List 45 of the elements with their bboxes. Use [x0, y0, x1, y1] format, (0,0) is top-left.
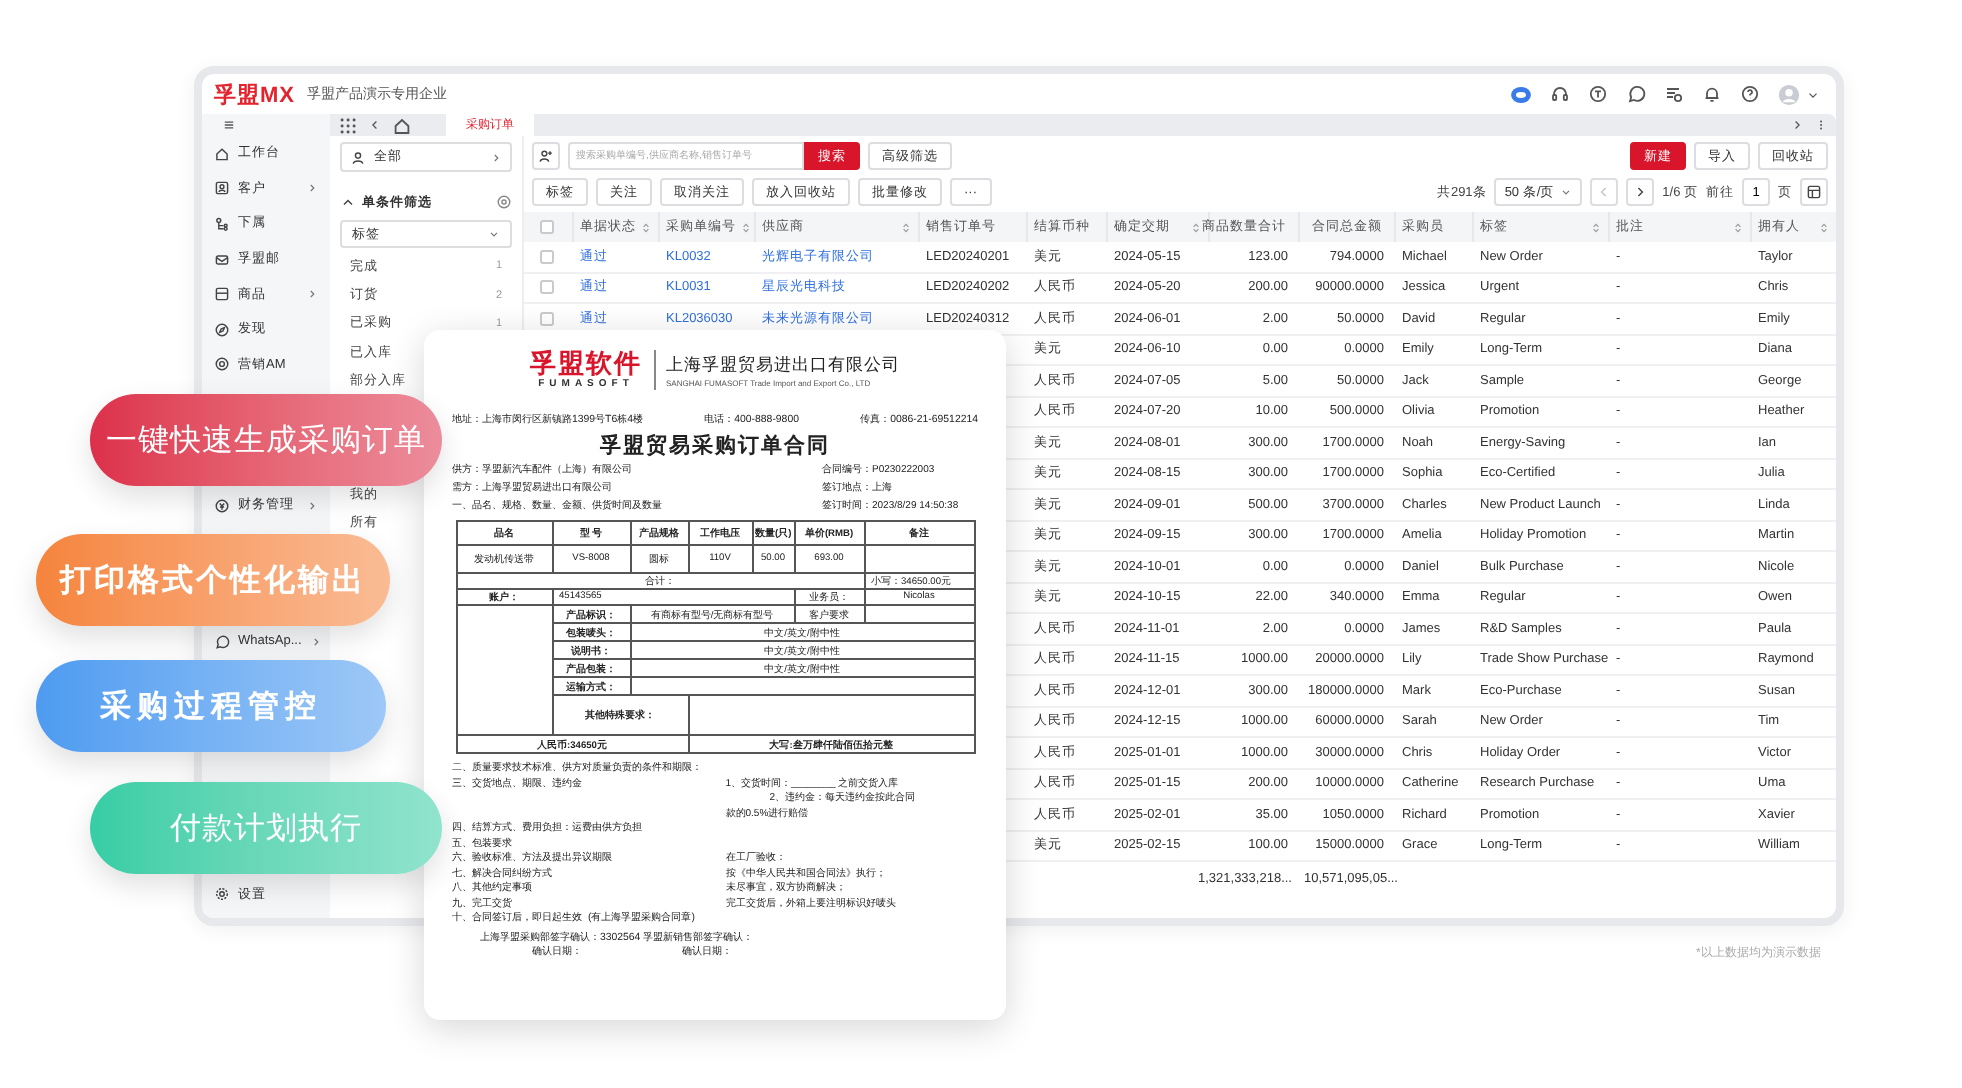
- chat-bubble-icon[interactable]: [1626, 84, 1646, 104]
- checkbox[interactable]: [540, 249, 554, 264]
- caret-icon: [488, 228, 500, 240]
- mail-icon[interactable]: [214, 251, 230, 268]
- company-name: 上海孚盟贸易进出口有限公司: [666, 353, 900, 377]
- chat-bubble-icon[interactable]: [214, 633, 230, 650]
- more-icon[interactable]: [1814, 118, 1828, 132]
- settings-icon[interactable]: [214, 886, 230, 903]
- feature-banner: 采购过程管控: [36, 660, 386, 752]
- list-clock-icon[interactable]: [1664, 84, 1684, 104]
- app-logo: 孚盟MX: [214, 81, 295, 109]
- compass-icon[interactable]: [214, 321, 230, 338]
- feature-banner: 打印格式个性化输出: [36, 534, 390, 626]
- box-icon[interactable]: [214, 286, 230, 303]
- target-icon[interactable]: [214, 356, 230, 373]
- headset-icon[interactable]: [1550, 84, 1570, 104]
- checkbox[interactable]: [540, 311, 554, 326]
- text-circle-icon[interactable]: [1588, 84, 1608, 104]
- feature-banner: 一键快速生成采购订单: [90, 394, 442, 486]
- menu-icon[interactable]: [222, 118, 236, 132]
- add-contact-button[interactable]: [532, 142, 560, 170]
- home-icon[interactable]: [214, 145, 230, 162]
- home-icon[interactable]: [392, 115, 412, 135]
- chevron-right-icon[interactable]: [1790, 118, 1804, 132]
- chevron-right-icon: [490, 151, 502, 163]
- feature-banner: 付款计划执行: [90, 782, 442, 874]
- notification-icon[interactable]: [1702, 84, 1722, 104]
- checkbox[interactable]: [540, 220, 554, 234]
- column-settings-button[interactable]: [1800, 178, 1828, 206]
- chevron-right-icon: [1632, 184, 1649, 200]
- contact-card-icon[interactable]: [214, 180, 230, 197]
- collapse-icon[interactable]: [340, 194, 356, 210]
- back-icon[interactable]: [368, 118, 382, 132]
- chat-bubble-icon[interactable]: [1510, 85, 1532, 103]
- brand-logo: 孚盟软件: [530, 350, 642, 378]
- caret-icon: [1560, 186, 1573, 198]
- grid-icon[interactable]: [338, 115, 358, 135]
- yen-coin-icon[interactable]: [214, 497, 230, 514]
- hierarchy-icon[interactable]: [214, 215, 230, 232]
- checkbox[interactable]: [540, 280, 554, 295]
- person-icon: [350, 149, 366, 165]
- table-icon: [1806, 184, 1822, 200]
- document-title: 孚盟贸易采购订单合同: [598, 432, 832, 460]
- help-icon[interactable]: [1740, 84, 1760, 104]
- person-add-icon: [538, 148, 554, 164]
